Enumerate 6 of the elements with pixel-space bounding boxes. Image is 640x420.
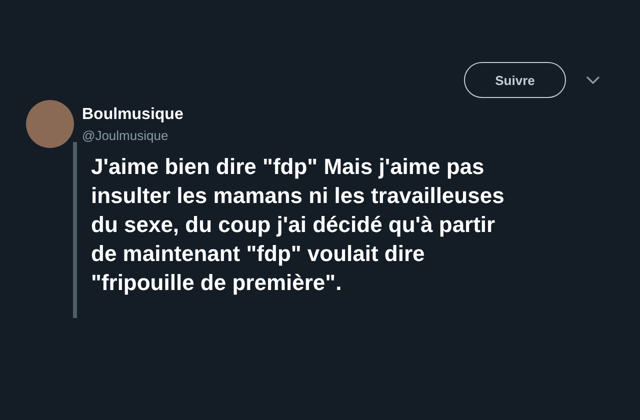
follow-button[interactable]: Suivre	[464, 62, 566, 98]
author-name: Boulmusique	[82, 106, 184, 124]
chevron-down-icon[interactable]	[586, 76, 600, 84]
author-handle: @Joulmusique	[82, 128, 170, 142]
tweet-text: J'aime bien dire "fdp" Mais j'aime pas insulter les mamans ni les travailleuses du sexe, du coup j'ai décidé qu'à partir de maintenant "fdp" voulait dire "fripouille de première".	[91, 153, 504, 297]
avatar	[26, 100, 74, 148]
